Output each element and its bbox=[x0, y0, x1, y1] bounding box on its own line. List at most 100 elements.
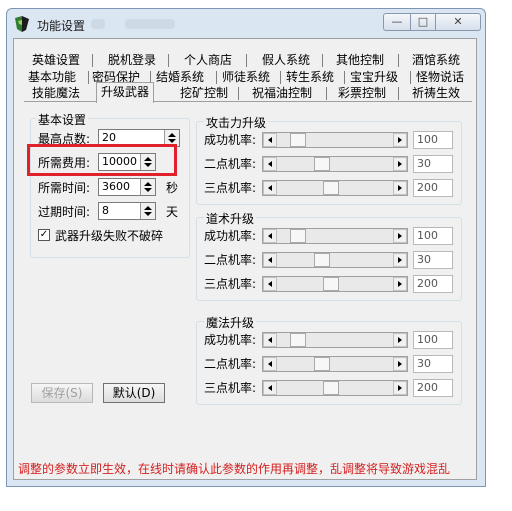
close-button[interactable]: ✕ bbox=[435, 13, 481, 31]
scroll-right-arrow-icon[interactable] bbox=[393, 253, 407, 267]
scroll-left-arrow-icon[interactable] bbox=[263, 357, 277, 371]
window-title: 功能设置 bbox=[37, 19, 86, 33]
slider-thumb[interactable] bbox=[323, 181, 339, 195]
tao-rate-label: 二点机率: bbox=[204, 253, 257, 267]
expire-unit: 天 bbox=[166, 205, 179, 219]
magic-rate-value[interactable]: 100 bbox=[413, 331, 453, 349]
expire-stepper[interactable]: 8 bbox=[98, 202, 156, 220]
tab-personal-shop[interactable]: 个人商店 bbox=[180, 52, 236, 68]
spin-up-icon[interactable] bbox=[144, 206, 152, 210]
attack-rate-slider[interactable] bbox=[262, 156, 408, 172]
tab-marriage-system[interactable]: 结婚系统 bbox=[152, 69, 208, 85]
scroll-left-arrow-icon[interactable] bbox=[263, 277, 277, 291]
magic-rate-slider[interactable] bbox=[262, 332, 408, 348]
tab-bot-system[interactable]: 假人系统 bbox=[258, 52, 314, 68]
scroll-right-arrow-icon[interactable] bbox=[393, 181, 407, 195]
tab-skill-magic[interactable]: 技能魔法 bbox=[28, 85, 84, 101]
tao-rate-slider[interactable] bbox=[262, 228, 408, 244]
magic-rate-label: 三点机率: bbox=[204, 381, 257, 395]
tab-monster-talk[interactable]: 怪物说话 bbox=[412, 69, 468, 85]
tao-rate-value[interactable]: 200 bbox=[413, 275, 453, 293]
attack-rate-value[interactable]: 30 bbox=[413, 155, 453, 173]
tab-separator bbox=[322, 54, 323, 67]
slider-thumb[interactable] bbox=[290, 133, 306, 147]
time-stepper[interactable]: 3600 bbox=[98, 178, 156, 196]
tab-lottery-control[interactable]: 彩票控制 bbox=[334, 85, 390, 101]
time-label: 所需时间: bbox=[38, 181, 91, 195]
attack-rate-slider[interactable] bbox=[262, 132, 408, 148]
tab-separator bbox=[92, 54, 93, 67]
magic-upgrade-title: 魔法升级 bbox=[204, 314, 257, 331]
tab-mining-control[interactable]: 挖矿控制 bbox=[176, 85, 232, 101]
tab-prayer-effect[interactable]: 祈祷生效 bbox=[408, 85, 464, 101]
tab-rebirth-system[interactable]: 转生系统 bbox=[282, 69, 338, 85]
scroll-right-arrow-icon[interactable] bbox=[393, 229, 407, 243]
slider-thumb[interactable] bbox=[314, 357, 330, 371]
spin-arrows[interactable] bbox=[140, 179, 155, 195]
tab-blessing-oil[interactable]: 祝福油控制 bbox=[248, 85, 316, 101]
tab-basic-functions[interactable]: 基本功能 bbox=[24, 69, 80, 85]
scroll-right-arrow-icon[interactable] bbox=[393, 381, 407, 395]
scroll-left-arrow-icon[interactable] bbox=[263, 157, 277, 171]
tab-pet-upgrade[interactable]: 宝宝升级 bbox=[346, 69, 402, 85]
spin-down-icon[interactable] bbox=[168, 139, 176, 143]
tab-separator bbox=[238, 87, 239, 100]
tao-rate-slider[interactable] bbox=[262, 252, 408, 268]
expire-value: 8 bbox=[102, 204, 109, 217]
tab-tavern-system[interactable]: 酒馆系统 bbox=[408, 52, 464, 68]
tao-rate-value[interactable]: 30 bbox=[413, 251, 453, 269]
scroll-left-arrow-icon[interactable] bbox=[263, 381, 277, 395]
scroll-right-arrow-icon[interactable] bbox=[393, 157, 407, 171]
scroll-left-arrow-icon[interactable] bbox=[263, 333, 277, 347]
basic-settings-title: 基本设置 bbox=[36, 111, 89, 128]
magic-rate-slider[interactable] bbox=[262, 380, 408, 396]
scroll-left-arrow-icon[interactable] bbox=[263, 133, 277, 147]
default-button[interactable]: 默认(D) bbox=[103, 383, 165, 403]
attack-rate-label: 二点机率: bbox=[204, 157, 257, 171]
nobreak-checkbox[interactable]: ✓ bbox=[38, 229, 50, 241]
tab-upgrade-weapon[interactable]: 升级武器 bbox=[96, 82, 155, 103]
tao-rate-slider[interactable] bbox=[262, 276, 408, 292]
scroll-left-arrow-icon[interactable] bbox=[263, 181, 277, 195]
tab-mentor-system[interactable]: 师徒系统 bbox=[218, 69, 274, 85]
slider-thumb[interactable] bbox=[290, 333, 306, 347]
slider-thumb[interactable] bbox=[323, 381, 339, 395]
spin-arrows[interactable] bbox=[140, 203, 155, 219]
slider-thumb[interactable] bbox=[314, 157, 330, 171]
spin-up-icon[interactable] bbox=[168, 133, 176, 137]
attack-rate-value[interactable]: 200 bbox=[413, 179, 453, 197]
attack-rate-label: 三点机率: bbox=[204, 181, 257, 195]
scroll-left-arrow-icon[interactable] bbox=[263, 229, 277, 243]
tab-separator bbox=[326, 87, 327, 100]
spin-down-icon[interactable] bbox=[144, 188, 152, 192]
spin-down-icon[interactable] bbox=[144, 212, 152, 216]
slider-thumb[interactable] bbox=[290, 229, 306, 243]
scroll-right-arrow-icon[interactable] bbox=[393, 277, 407, 291]
attack-rate-value[interactable]: 100 bbox=[413, 131, 453, 149]
slider-thumb[interactable] bbox=[314, 253, 330, 267]
attack-rate-slider[interactable] bbox=[262, 180, 408, 196]
magic-rate-value[interactable]: 30 bbox=[413, 355, 453, 373]
warning-text: 调整的参数立即生效，在线时请确认此参数的作用再调整，乱调整将导致游戏混乱 bbox=[18, 462, 451, 476]
nobreak-label: 武器升级失败不破碎 bbox=[55, 229, 164, 243]
scroll-left-arrow-icon[interactable] bbox=[263, 253, 277, 267]
scroll-right-arrow-icon[interactable] bbox=[393, 133, 407, 147]
scroll-right-arrow-icon[interactable] bbox=[393, 357, 407, 371]
tao-rate-value[interactable]: 100 bbox=[413, 227, 453, 245]
magic-rate-slider[interactable] bbox=[262, 356, 408, 372]
tab-other-control[interactable]: 其他控制 bbox=[332, 52, 388, 68]
expire-label: 过期时间: bbox=[38, 205, 91, 219]
magic-rate-value[interactable]: 200 bbox=[413, 379, 453, 397]
spin-up-icon[interactable] bbox=[144, 182, 152, 186]
title-bar: 功能设置 — □ ✕ bbox=[7, 9, 485, 39]
tab-separator bbox=[168, 54, 169, 67]
scroll-right-arrow-icon[interactable] bbox=[393, 333, 407, 347]
tab-offline-login[interactable]: 脱机登录 bbox=[104, 52, 160, 68]
time-value: 3600 bbox=[102, 180, 130, 193]
tab-hero-settings[interactable]: 英雄设置 bbox=[28, 52, 84, 68]
maximize-button[interactable]: □ bbox=[410, 13, 436, 31]
slider-thumb[interactable] bbox=[323, 277, 339, 291]
minimize-button[interactable]: — bbox=[383, 13, 411, 31]
tao-upgrade-title: 道术升级 bbox=[204, 210, 257, 227]
save-button[interactable]: 保存(S) bbox=[31, 383, 93, 403]
